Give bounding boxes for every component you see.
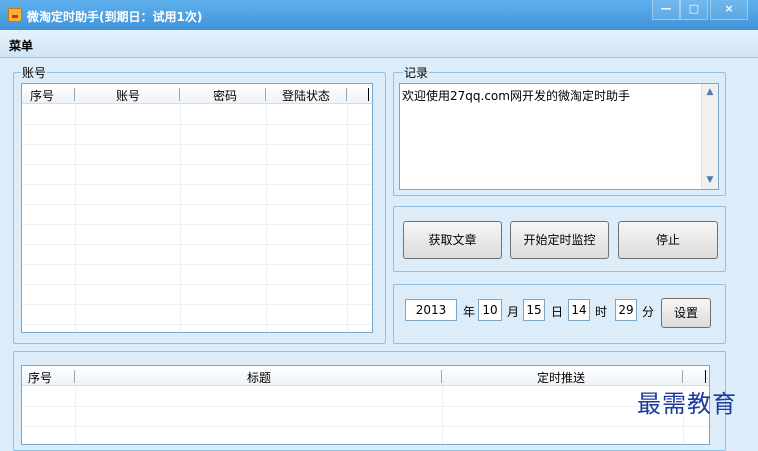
menu-item-main[interactable]: 菜单 xyxy=(9,37,33,54)
accounts-col-login-status[interactable]: 登陆状态 xyxy=(282,87,330,104)
main-content: 账号 序号 账号 密码 登陆状态 记录 欢迎使用27qq.com网开发的微淘定时… xyxy=(0,58,758,451)
accounts-table[interactable]: 序号 账号 密码 登陆状态 xyxy=(21,83,373,333)
column-separator[interactable] xyxy=(74,88,75,101)
articles-col-title[interactable]: 标题 xyxy=(247,369,271,386)
grid-line xyxy=(22,406,709,407)
grid-line xyxy=(180,104,181,332)
column-separator[interactable] xyxy=(265,88,266,101)
fetch-articles-button[interactable]: 获取文章 xyxy=(403,221,502,259)
hour-unit-label: 时 xyxy=(595,305,608,319)
accounts-col-password[interactable]: 密码 xyxy=(213,87,237,104)
close-button[interactable]: × xyxy=(710,0,748,20)
day-unit-label: 日 xyxy=(551,305,564,319)
column-separator[interactable] xyxy=(179,88,180,101)
watermark-text: 最需教育 xyxy=(637,390,737,418)
window-title: 微淘定时助手(到期日：试用1次) xyxy=(27,10,203,24)
accounts-table-header: 序号 账号 密码 登陆状态 xyxy=(22,84,372,104)
grid-line xyxy=(75,104,76,332)
set-time-button[interactable]: 设置 xyxy=(661,298,711,328)
grid-line xyxy=(442,386,443,444)
year-unit-label: 年 xyxy=(463,305,476,319)
scroll-down-icon[interactable]: ▼ xyxy=(702,172,718,189)
minute-input[interactable]: 29 xyxy=(615,299,637,321)
minute-unit-label: 分 xyxy=(642,305,655,319)
month-input[interactable]: 10 xyxy=(478,299,502,321)
articles-table-header: 序号 标题 定时推送 xyxy=(22,366,709,386)
accounts-group-label: 账号 xyxy=(21,64,48,81)
year-input[interactable]: 2013 xyxy=(405,299,457,321)
menu-bar: 菜单 xyxy=(0,30,758,58)
day-input[interactable]: 15 xyxy=(523,299,545,321)
title-bar: 微淘定时助手(到期日：试用1次) — □ × xyxy=(0,0,758,30)
month-unit-label: 月 xyxy=(507,305,520,319)
start-monitor-button[interactable]: 开始定时监控 xyxy=(510,221,609,259)
minimize-button[interactable]: — xyxy=(652,0,680,20)
column-separator[interactable] xyxy=(705,370,706,383)
grid-line xyxy=(22,426,709,427)
grid-line xyxy=(266,104,267,332)
articles-col-index[interactable]: 序号 xyxy=(28,369,52,386)
column-separator[interactable] xyxy=(368,88,369,101)
accounts-col-account[interactable]: 账号 xyxy=(116,87,140,104)
articles-col-schedule[interactable]: 定时推送 xyxy=(537,369,585,386)
accounts-col-index[interactable]: 序号 xyxy=(30,87,54,104)
scroll-up-icon[interactable]: ▲ xyxy=(702,84,718,101)
column-separator[interactable] xyxy=(682,370,683,383)
grid-line xyxy=(347,104,348,332)
hour-input[interactable]: 14 xyxy=(568,299,590,321)
log-textarea[interactable]: 欢迎使用27qq.com网开发的微淘定时助手 ▲ ▼ xyxy=(399,83,719,190)
grid-line xyxy=(75,386,76,444)
column-separator[interactable] xyxy=(346,88,347,101)
articles-table[interactable]: 序号 标题 定时推送 xyxy=(21,365,710,445)
maximize-button[interactable]: □ xyxy=(680,0,708,20)
log-group-label: 记录 xyxy=(403,64,430,81)
column-separator[interactable] xyxy=(441,370,442,383)
app-icon xyxy=(8,8,22,22)
log-text: 欢迎使用27qq.com网开发的微淘定时助手 xyxy=(402,89,630,103)
log-scrollbar[interactable]: ▲ ▼ xyxy=(701,84,718,189)
stop-button[interactable]: 停止 xyxy=(618,221,718,259)
column-separator[interactable] xyxy=(74,370,75,383)
